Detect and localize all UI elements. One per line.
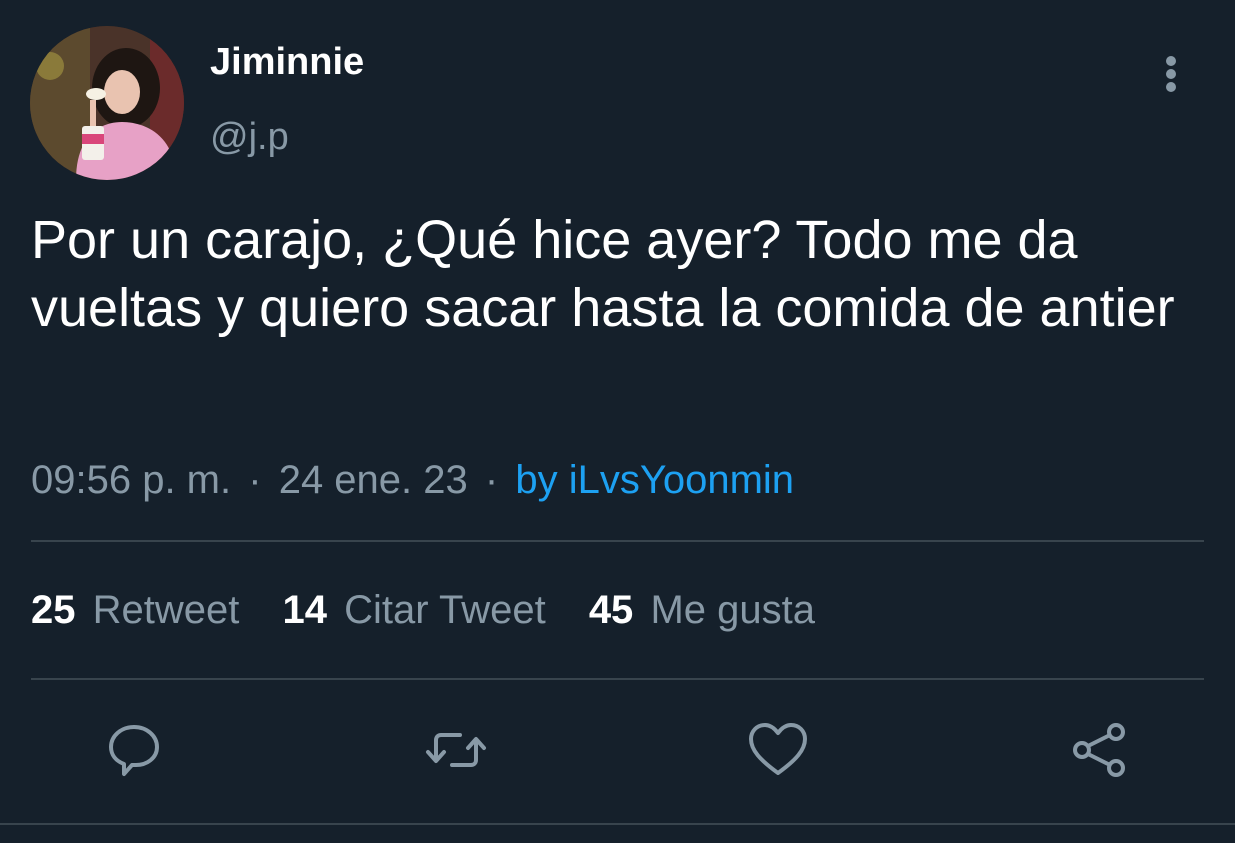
tweet-card: Jiminnie @j.p Por un carajo, ¿Qué hice a…	[0, 0, 1235, 843]
reply-button[interactable]	[102, 718, 166, 782]
retweet-button[interactable]	[424, 718, 488, 782]
quotes-label: Citar Tweet	[344, 588, 546, 632]
heart-icon	[749, 723, 807, 775]
avatar[interactable]	[30, 26, 184, 180]
tweet-date: 24 ene. 23	[278, 458, 468, 502]
quotes-stat[interactable]: 14 Citar Tweet	[283, 584, 546, 636]
retweets-stat[interactable]: 25 Retweet	[31, 584, 239, 636]
user-handle[interactable]: @j.p	[210, 113, 289, 161]
display-name[interactable]: Jiminnie	[210, 38, 364, 86]
like-button[interactable]	[746, 718, 810, 782]
tweet-time: 09:56 p. m.	[31, 458, 232, 502]
likes-count: 45	[588, 588, 634, 632]
divider	[31, 678, 1204, 680]
tweet-stats: 25 Retweet 14 Citar Tweet 45 Me gusta	[31, 584, 847, 636]
reply-icon	[109, 725, 159, 776]
likes-label: Me gusta	[650, 588, 815, 632]
more-vertical-icon[interactable]	[1150, 52, 1194, 96]
retweets-label: Retweet	[92, 588, 240, 632]
meta-separator: ·	[248, 458, 262, 502]
meta-separator: ·	[484, 458, 499, 502]
divider	[0, 823, 1235, 825]
likes-stat[interactable]: 45 Me gusta	[589, 584, 815, 636]
retweet-icon	[426, 733, 486, 767]
tweet-text: Por un carajo, ¿Qué hice ayer? Todo me d…	[31, 210, 1175, 338]
quotes-count: 14	[282, 588, 328, 632]
avatar-image	[30, 26, 184, 180]
tweet-source-link[interactable]: by iLvsYoonmin	[515, 458, 794, 502]
divider	[31, 540, 1204, 542]
share-icon	[1073, 723, 1125, 777]
retweets-count: 25	[31, 588, 76, 632]
tweet-meta: 09:56 p. m. · 24 ene. 23 · by iLvsYoonmi…	[31, 454, 794, 506]
share-button[interactable]	[1068, 718, 1132, 782]
